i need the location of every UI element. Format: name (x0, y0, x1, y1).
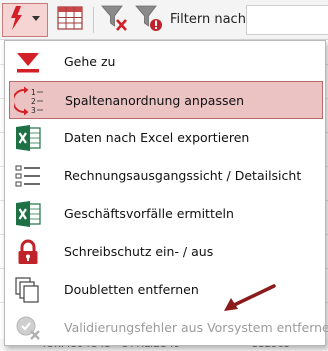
menu-item-excel-export[interactable]: Daten nach Excel exportieren (9, 119, 323, 157)
excel-icon (13, 123, 43, 153)
filter-warning-button[interactable] (133, 3, 165, 37)
menu-item-goto[interactable]: Gehe zu (9, 43, 323, 81)
grid-icon (57, 6, 83, 34)
svg-text:2: 2 (31, 97, 36, 106)
menu-item-detail-view[interactable]: Rechnungsausgangssicht / Detailsicht (9, 157, 323, 195)
menu-item-label: Doubletten entfernen (64, 282, 199, 297)
annotation-arrow-icon (224, 284, 276, 311)
menu-item-label: Schreibschutz ein- / aus (64, 244, 214, 259)
menu-item-write-protect[interactable]: Schreibschutz ein- / aus (9, 233, 323, 271)
list-view-icon (13, 161, 43, 191)
table-view-button[interactable] (54, 3, 86, 37)
menu-item-label: Validierungsfehler aus Vorsystem entfern… (64, 320, 328, 335)
column-order-icon: 1 2 3 (14, 86, 44, 116)
filter-input[interactable] (246, 5, 328, 35)
actions-menu-button[interactable] (2, 3, 48, 37)
svg-text:1: 1 (31, 88, 36, 97)
clear-filter-button[interactable] (99, 3, 131, 37)
toolbar: Filtern nach: (0, 0, 328, 40)
menu-item-label: Spaltenanordnung anpassen (65, 93, 245, 108)
menu-item-label: Daten nach Excel exportieren (64, 130, 250, 145)
funnel-warning-icon (135, 4, 163, 36)
validation-remove-icon (13, 313, 43, 343)
lock-icon (13, 237, 43, 267)
menu-item-column-order[interactable]: 1 2 3 Spaltenanordnung anpassen (9, 81, 323, 119)
funnel-clear-icon (101, 4, 129, 36)
filter-label: Filtern nach: (170, 12, 251, 27)
menu-item-label: Geschäftsvorfälle ermitteln (64, 206, 234, 221)
menu-item-label: Gehe zu (64, 54, 116, 69)
goto-arrow-icon (13, 47, 43, 77)
lightning-icon (7, 5, 43, 35)
excel-icon (13, 199, 43, 229)
actions-dropdown-menu: Gehe zu 1 2 3 Spaltenanordnung anpassen (4, 40, 328, 347)
menu-item-business-cases[interactable]: Geschäftsvorfälle ermitteln (9, 195, 323, 233)
menu-item-label: Rechnungsausgangssicht / Detailsicht (64, 168, 302, 183)
svg-text:3: 3 (31, 106, 36, 115)
menu-item-remove-validation-errors[interactable]: Validierungsfehler aus Vorsystem entfern… (9, 309, 328, 347)
duplicates-icon (13, 275, 43, 305)
